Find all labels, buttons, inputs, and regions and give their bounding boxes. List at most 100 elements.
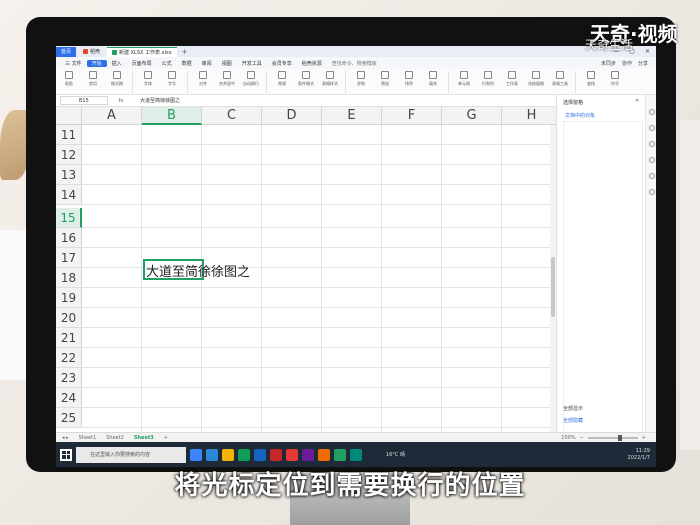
row-header-24[interactable]: 24	[56, 388, 82, 408]
add-sheet-icon[interactable]: +	[164, 435, 168, 441]
close-icon[interactable]: ✕	[645, 48, 650, 55]
menu-item[interactable]: 视图	[217, 60, 237, 67]
menu-item[interactable]: 三 文件	[60, 60, 87, 67]
share-button[interactable]: 分享	[638, 60, 648, 67]
ribbon-button[interactable]: 粘贴	[60, 71, 78, 92]
ribbon-button[interactable]: 表格样式	[321, 71, 339, 92]
wps-spreadsheet-icon[interactable]	[334, 448, 346, 461]
store-icon[interactable]	[238, 448, 250, 461]
row-header-21[interactable]: 21	[56, 328, 82, 348]
column-header-e[interactable]: E	[322, 107, 382, 125]
cursor-icon[interactable]	[649, 109, 655, 115]
history-icon[interactable]	[649, 157, 655, 163]
edge-icon[interactable]	[206, 448, 218, 461]
ribbon-button[interactable]: 单元格	[455, 71, 473, 92]
row-header-17[interactable]: 17	[56, 248, 82, 268]
ribbon-button[interactable]: 条件格式	[297, 71, 315, 92]
taskbar-search[interactable]: 在这里输入你要搜索的内容	[76, 446, 186, 463]
backup-icon[interactable]	[649, 173, 655, 179]
photoshop-icon[interactable]	[254, 448, 266, 461]
column-header-b[interactable]: B	[142, 107, 202, 125]
ribbon-button[interactable]: 格式刷	[108, 71, 126, 92]
tab-workbook[interactable]: 新建 XLSX 工作表.xlsx	[107, 46, 177, 57]
zoom-in-icon[interactable]: +	[642, 435, 646, 441]
row-header-25[interactable]: 25	[56, 408, 82, 428]
file-explorer-icon[interactable]	[222, 448, 234, 461]
ribbon-button[interactable]: 剪切	[84, 71, 102, 92]
row-header-15[interactable]: 15	[56, 208, 82, 228]
row-header-22[interactable]: 22	[56, 348, 82, 368]
app-icon[interactable]	[350, 448, 362, 461]
sheet-tab-2[interactable]: Sheet2	[106, 435, 124, 441]
column-header-g[interactable]: G	[442, 107, 502, 125]
windows-start-icon[interactable]	[60, 448, 72, 461]
ribbon-button[interactable]: 查找	[582, 71, 600, 92]
ribbon-button[interactable]: 字号	[163, 71, 181, 92]
task-view-icon[interactable]	[190, 448, 202, 461]
ribbon-button[interactable]: 表格工具	[551, 71, 569, 92]
row-header-16[interactable]: 16	[56, 228, 82, 248]
zoom-out-icon[interactable]: −	[580, 435, 584, 441]
menu-item[interactable]: 页面布局	[127, 60, 157, 67]
tab-home[interactable]: 首页	[56, 46, 77, 57]
menu-item[interactable]: 稻壳资源	[297, 60, 327, 67]
shape-icon[interactable]	[649, 141, 655, 147]
column-header-h[interactable]: H	[502, 107, 562, 125]
column-header-f[interactable]: F	[382, 107, 442, 125]
sheet-nav-icon[interactable]: ◂ ▸	[62, 435, 69, 441]
sheet-tab-1[interactable]: Sheet1	[79, 435, 97, 441]
collab-button[interactable]: 协作	[622, 60, 632, 67]
row-header-18[interactable]: 18	[56, 268, 82, 288]
location-icon[interactable]	[649, 189, 655, 195]
ribbon-button[interactable]: 合并居中	[218, 71, 236, 92]
menu-item[interactable]: 开发工具	[237, 60, 267, 67]
app-icon[interactable]	[302, 448, 314, 461]
row-header-11[interactable]: 11	[56, 125, 82, 145]
ribbon-button[interactable]: 对齐	[194, 71, 212, 92]
select-all-corner[interactable]	[56, 107, 82, 125]
tab-docer[interactable]: 稻壳	[78, 47, 105, 57]
fx-icon[interactable]: fx	[108, 98, 134, 104]
row-header-19[interactable]: 19	[56, 288, 82, 308]
ribbon-button[interactable]: 字体	[139, 71, 157, 92]
zoom-slider[interactable]	[587, 434, 638, 441]
app-icon[interactable]	[286, 448, 298, 461]
menu-item-home[interactable]: 开始	[86, 59, 107, 67]
properties-icon[interactable]	[649, 125, 655, 131]
row-header-13[interactable]: 13	[56, 165, 82, 185]
system-clock[interactable]: 11:29 2022/1/7	[628, 448, 656, 462]
row-header-20[interactable]: 20	[56, 308, 82, 328]
menu-item[interactable]: 数据	[177, 60, 197, 67]
ribbon-button[interactable]: 排序	[400, 71, 418, 92]
ribbon-button[interactable]: 冻结窗格	[527, 71, 545, 92]
ribbon-button[interactable]: 常规	[273, 71, 291, 92]
app-icon[interactable]	[318, 448, 330, 461]
column-header-a[interactable]: A	[82, 107, 142, 125]
objects-list[interactable]	[563, 121, 643, 451]
name-box[interactable]: B15	[60, 96, 108, 105]
ribbon-button[interactable]: 筛选	[376, 71, 394, 92]
formula-input[interactable]: 大道至简徐徐图之	[134, 97, 180, 104]
menu-item[interactable]: 会员专享	[267, 60, 297, 67]
spreadsheet-grid[interactable]: ABCDEFGH 11 12 13 14 15 16 17 18 19 20 21 22 23 24 25 …	[56, 107, 562, 432]
menu-item[interactable]: 审阅	[197, 60, 217, 67]
weather-widget[interactable]: 16°C 晴	[386, 451, 405, 458]
column-header-c[interactable]: C	[202, 107, 262, 125]
scroll-thumb[interactable]	[551, 257, 555, 317]
ribbon-button[interactable]: 行和列	[479, 71, 497, 92]
column-header-d[interactable]: D	[262, 107, 322, 125]
ribbon-button[interactable]: 自动换行	[242, 71, 260, 92]
ribbon-button[interactable]: 求和	[352, 71, 370, 92]
zoom-slider-knob[interactable]	[617, 434, 622, 441]
command-search[interactable]: 查找命令、搜索模板	[327, 60, 382, 67]
ribbon-button[interactable]: 工作表	[503, 71, 521, 92]
wps-icon[interactable]	[270, 448, 282, 461]
row-header-14[interactable]: 14	[56, 185, 82, 205]
sheet-tab-3[interactable]: Sheet3	[134, 435, 154, 441]
menu-item[interactable]: 公式	[157, 60, 177, 67]
pane-close-icon[interactable]: ✕	[635, 98, 639, 104]
ribbon-button[interactable]: 符号	[606, 71, 624, 92]
menu-item[interactable]: 插入	[107, 60, 127, 67]
sync-status[interactable]: 未同步	[601, 60, 616, 67]
hide-all-link[interactable]: 全部隐藏	[563, 417, 583, 424]
